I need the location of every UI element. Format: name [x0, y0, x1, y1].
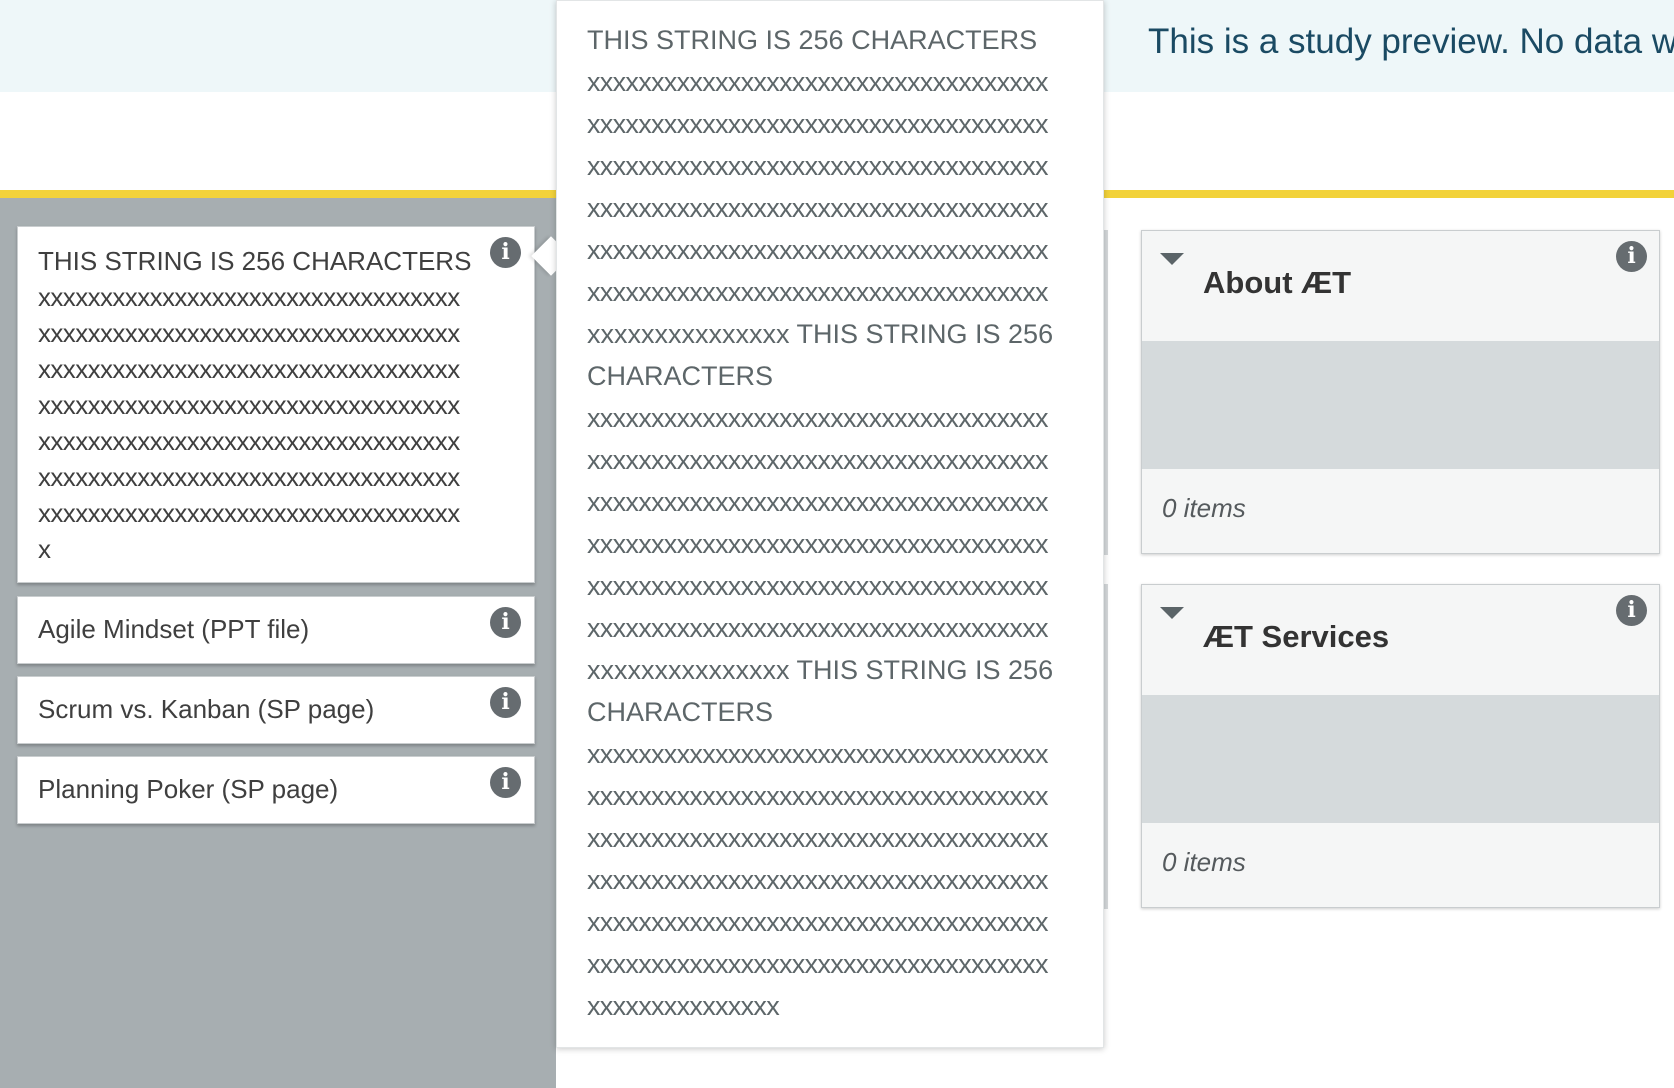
- tooltip-line: xxxxxxxxxxxxxxxxxxxxxxxxxxxxxxxxxxxx: [587, 277, 1049, 307]
- card-text-line: xxxxxxxxxxxxxxxxxxxxxxxxxxxxxxxxxx: [38, 462, 460, 492]
- category-header[interactable]: About ÆT i: [1142, 231, 1659, 341]
- category-drop-zone[interactable]: [1142, 341, 1659, 469]
- card-title-line: THIS STRING IS 256 CHARACTERS: [38, 246, 472, 276]
- tooltip-line: xxxxxxxxxxxxxxxxxxxxxxxxxxxxxxxxxxxx: [587, 193, 1049, 223]
- tooltip-line: xxxxxxxxxxxxxxxxxxxxxxxxxxxxxxxxxxxx: [587, 235, 1049, 265]
- preview-banner-text: This is a study preview. No data w: [1148, 22, 1674, 61]
- caret-down-icon[interactable]: [1160, 253, 1184, 265]
- card-text-line: xxxxxxxxxxxxxxxxxxxxxxxxxxxxxxxxxx: [38, 390, 460, 420]
- info-icon[interactable]: i: [490, 687, 521, 718]
- tooltip-line: xxxxxxxxxxxxxxxxxxxxxxxxxxxxxxxxxxxx: [587, 865, 1049, 895]
- tooltip-line: xxxxxxxxxxxxxxxxxxxxxxxxxxxxxxxxxxxx: [587, 109, 1049, 139]
- category-item-count: 0 items: [1162, 847, 1246, 877]
- tooltip-line: xxxxxxxxxxxxxxxxxxxxxxxxxxxxxxxxxxxx: [587, 739, 1049, 769]
- tooltip-line: xxxxxxxxxxxxxxxxxxxxxxxxxxxxxxxxxxxx: [587, 67, 1049, 97]
- card-pile-panel: THIS STRING IS 256 CHARACTERS xxxxxxxxxx…: [0, 198, 556, 1088]
- info-icon[interactable]: i: [1616, 241, 1647, 272]
- category-item-count: 0 items: [1162, 493, 1246, 523]
- card-item-planning-poker[interactable]: Planning Poker (SP page) i: [17, 756, 535, 824]
- card-info-tooltip: THIS STRING IS 256 CHARACTERS xxxxxxxxxx…: [556, 0, 1104, 1048]
- tooltip-line: xxxxxxxxxxxxxxx THIS STRING IS 256: [587, 319, 1054, 349]
- caret-down-icon[interactable]: [1160, 607, 1184, 619]
- tooltip-line: CHARACTERS: [587, 361, 774, 391]
- card-label: Scrum vs. Kanban (SP page): [38, 694, 375, 724]
- card-item-scrum-kanban[interactable]: Scrum vs. Kanban (SP page) i: [17, 676, 535, 744]
- category-about-aet[interactable]: About ÆT i 0 items: [1141, 230, 1660, 554]
- tooltip-line: xxxxxxxxxxxxxxxxxxxxxxxxxxxxxxxxxxxx: [587, 907, 1049, 937]
- tooltip-line: xxxxxxxxxxxxxxx: [587, 991, 780, 1021]
- card-item-agile-mindset[interactable]: Agile Mindset (PPT file) i: [17, 596, 535, 664]
- card-text-line: xxxxxxxxxxxxxxxxxxxxxxxxxxxxxxxxxx: [38, 354, 460, 384]
- tooltip-line: xxxxxxxxxxxxxxx THIS STRING IS 256: [587, 655, 1054, 685]
- card-label: Agile Mindset (PPT file): [38, 614, 310, 644]
- card-text-line: xxxxxxxxxxxxxxxxxxxxxxxxxxxxxxxxxx: [38, 498, 460, 528]
- info-icon[interactable]: i: [1616, 595, 1647, 626]
- card-text-line: x: [38, 534, 51, 564]
- info-icon[interactable]: i: [490, 237, 521, 268]
- tooltip-line: xxxxxxxxxxxxxxxxxxxxxxxxxxxxxxxxxxxx: [587, 781, 1049, 811]
- tooltip-text: THIS STRING IS 256 CHARACTERS xxxxxxxxxx…: [587, 19, 1087, 1027]
- card-label: Planning Poker (SP page): [38, 774, 339, 804]
- tooltip-line: xxxxxxxxxxxxxxxxxxxxxxxxxxxxxxxxxxxx: [587, 823, 1049, 853]
- category-drop-zone[interactable]: [1142, 695, 1659, 823]
- card-label: THIS STRING IS 256 CHARACTERS xxxxxxxxxx…: [38, 243, 498, 567]
- tooltip-line: xxxxxxxxxxxxxxxxxxxxxxxxxxxxxxxxxxxx: [587, 613, 1049, 643]
- category-title: ÆT Services: [1203, 619, 1390, 654]
- hidden-column-edge: [1104, 584, 1108, 909]
- tooltip-line: CHARACTERS: [587, 697, 774, 727]
- tooltip-line: xxxxxxxxxxxxxxxxxxxxxxxxxxxxxxxxxxxx: [587, 445, 1049, 475]
- category-footer: 0 items: [1142, 469, 1659, 553]
- hidden-column-edge: [1104, 230, 1108, 555]
- card-text-line: xxxxxxxxxxxxxxxxxxxxxxxxxxxxxxxxxx: [38, 426, 460, 456]
- info-icon[interactable]: i: [490, 767, 521, 798]
- card-text-line: xxxxxxxxxxxxxxxxxxxxxxxxxxxxxxxxxx: [38, 282, 460, 312]
- tooltip-line: xxxxxxxxxxxxxxxxxxxxxxxxxxxxxxxxxxxx: [587, 949, 1049, 979]
- tooltip-line: xxxxxxxxxxxxxxxxxxxxxxxxxxxxxxxxxxxx: [587, 403, 1049, 433]
- category-aet-services[interactable]: ÆT Services i 0 items: [1141, 584, 1660, 908]
- tooltip-line: xxxxxxxxxxxxxxxxxxxxxxxxxxxxxxxxxxxx: [587, 487, 1049, 517]
- category-footer: 0 items: [1142, 823, 1659, 907]
- tooltip-line: xxxxxxxxxxxxxxxxxxxxxxxxxxxxxxxxxxxx: [587, 529, 1049, 559]
- category-title: About ÆT: [1203, 265, 1352, 300]
- card-item-long-string[interactable]: THIS STRING IS 256 CHARACTERS xxxxxxxxxx…: [17, 226, 535, 583]
- tooltip-line: THIS STRING IS 256 CHARACTERS: [587, 25, 1038, 55]
- tooltip-line: xxxxxxxxxxxxxxxxxxxxxxxxxxxxxxxxxxxx: [587, 571, 1049, 601]
- tooltip-line: xxxxxxxxxxxxxxxxxxxxxxxxxxxxxxxxxxxx: [587, 151, 1049, 181]
- card-text-line: xxxxxxxxxxxxxxxxxxxxxxxxxxxxxxxxxx: [38, 318, 460, 348]
- info-icon[interactable]: i: [490, 607, 521, 638]
- category-header[interactable]: ÆT Services i: [1142, 585, 1659, 695]
